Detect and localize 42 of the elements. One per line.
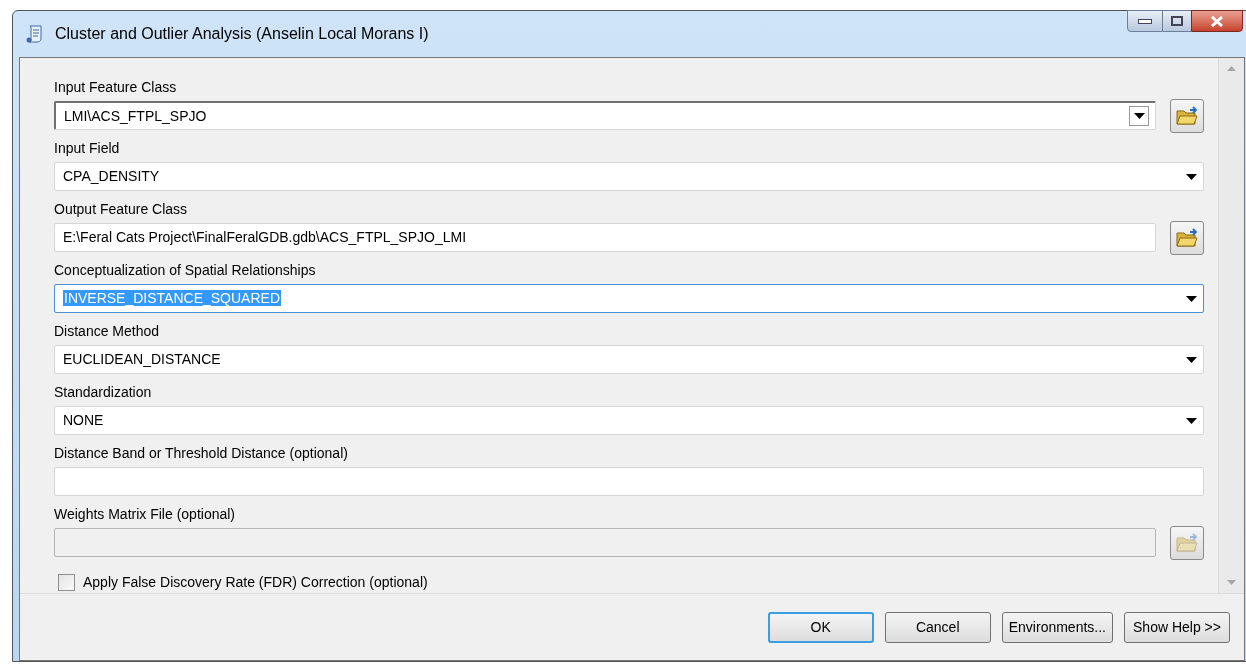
- minimize-button[interactable]: [1127, 10, 1163, 32]
- window-title: Cluster and Outlier Analysis (Anselin Local Morans I): [55, 24, 430, 44]
- checkbox[interactable]: [58, 574, 75, 591]
- dialog-button[interactable]: Cancel: [884, 611, 991, 643]
- dropdown-arrow-icon: [1133, 113, 1145, 119]
- field-label: Distance Band or Threshold Distance (optional): [54, 444, 349, 463]
- scroll-up-icon: [1227, 66, 1236, 71]
- scroll-down-icon: [1227, 580, 1236, 585]
- dialog-button[interactable]: OK: [767, 611, 874, 643]
- input-field[interactable]: [54, 467, 1204, 496]
- dropdown-arrow-icon: [1186, 173, 1197, 180]
- folder-icon: [1176, 105, 1198, 126]
- folder-icon: [1176, 227, 1198, 248]
- maximize-button[interactable]: [1163, 10, 1191, 32]
- close-button[interactable]: [1191, 10, 1243, 32]
- close-icon: [1210, 15, 1224, 27]
- dropdown-field[interactable]: EUCLIDEAN_DISTANCE: [54, 345, 1204, 374]
- dropdown-field[interactable]: NONE: [54, 406, 1204, 435]
- tool-script-icon: [25, 24, 45, 44]
- folder-icon: [1176, 532, 1198, 553]
- field-label: Conceptualization of Spatial Relationships: [54, 261, 317, 280]
- dropdown-button[interactable]: [1129, 106, 1149, 126]
- checkbox-label: Apply False Discovery Rate (FDR) Correction (optional): [83, 573, 428, 592]
- field-label: Input Field: [54, 139, 121, 158]
- vertical-scrollbar[interactable]: [1218, 58, 1244, 593]
- browse-button[interactable]: [1170, 220, 1204, 255]
- browse-button[interactable]: [1170, 98, 1204, 133]
- input-field[interactable]: E:\Feral Cats Project\FinalFeralGDB.gdb\ACS_FTPL_SPJO_LMI: [54, 223, 1156, 252]
- dropdown-field[interactable]: CPA_DENSITY: [54, 162, 1204, 191]
- dropdown-arrow-icon: [1186, 356, 1197, 363]
- field-label: Distance Method: [54, 322, 161, 341]
- field-label: Input Feature Class: [54, 78, 178, 97]
- dialog-button[interactable]: Environments...: [1001, 611, 1113, 643]
- input-field[interactable]: LMI\ACS_FTPL_SPJO: [54, 101, 1156, 130]
- dropdown-arrow-icon: [1186, 295, 1197, 302]
- field-label: Standardization: [54, 383, 153, 402]
- field-label: Weights Matrix File (optional): [54, 505, 237, 524]
- maximize-icon: [1171, 16, 1183, 26]
- field-label: Output Feature Class: [54, 200, 189, 219]
- dropdown-arrow-icon: [1186, 417, 1197, 424]
- minimize-icon: [1138, 18, 1152, 24]
- dialog-button[interactable]: Show Help >>: [1124, 611, 1230, 643]
